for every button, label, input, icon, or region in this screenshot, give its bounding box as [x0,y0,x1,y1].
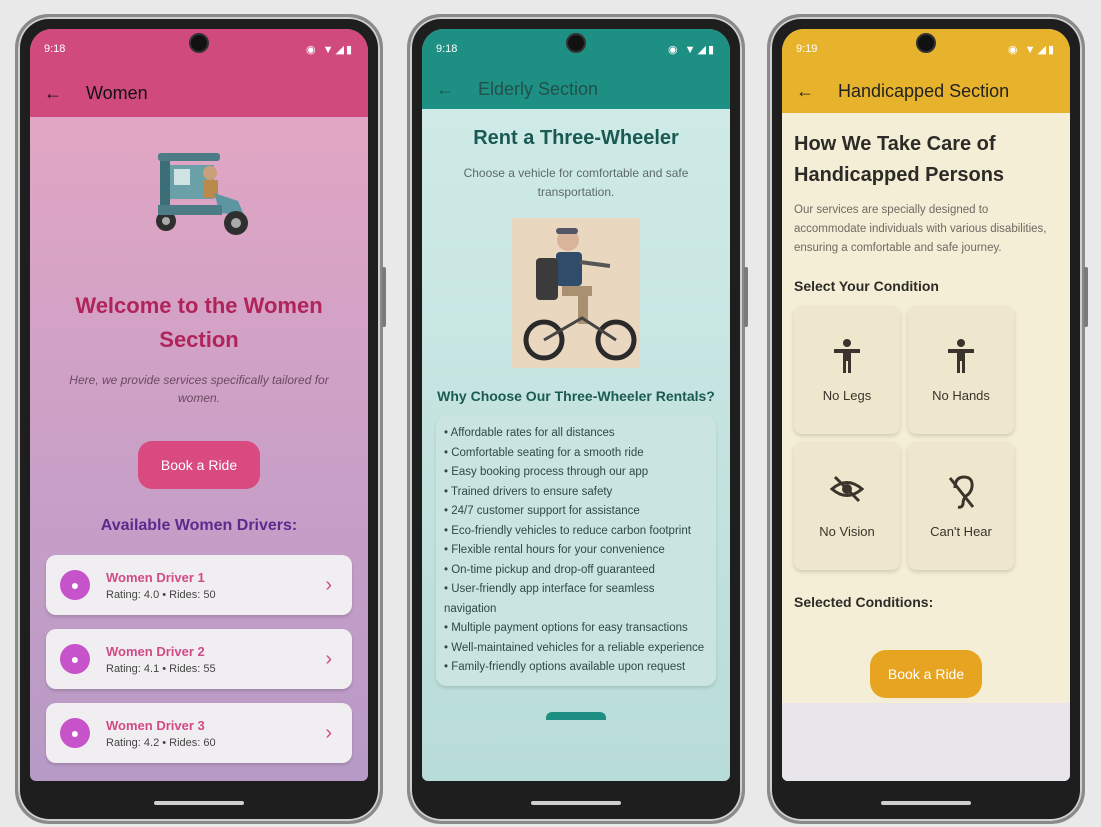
handicapped-heading: How We Take Care of Handicapped Persons [794,129,1058,191]
benefit-item: • Easy booking process through our app [444,466,649,478]
benefit-item: • Flexible rental hours for your conveni… [444,544,665,556]
visibility-off-icon [829,474,865,512]
bottom-area [782,703,1070,781]
chevron-right-icon: › [325,647,332,670]
condition-card-no-vision[interactable]: No Vision [794,442,900,570]
condition-label: No Vision [819,523,875,539]
benefit-item: • Family-friendly options available upon… [444,661,686,673]
book-ride-button[interactable]: Book a Ride [870,650,982,698]
home-indicator [531,801,621,805]
three-phone-showcase: 9:18 ◉ ▼◢▮ ← Women Welcome to the Women … [0,0,1101,827]
select-condition-heading: Select Your Condition [794,278,939,294]
driver-name: Women Driver 3 [106,717,205,733]
front-camera [566,33,586,53]
hearing-disabled-icon [946,474,976,512]
volume-button [382,267,386,327]
phone-women: 9:18 ◉ ▼◢▮ ← Women Welcome to the Women … [15,14,386,824]
person-icon: ● [60,570,90,600]
condition-label: Can't Hear [930,523,992,539]
status-icons: ◉ ▼◢▮ [1007,43,1056,56]
elderly-subheading: Choose a vehicle for comfortable and saf… [463,166,689,199]
handicapped-screen: 9:19 ◉ ▼◢▮ ← Handicapped Section How We … [782,29,1070,781]
person-icon: ● [60,718,90,748]
condition-card-no-legs[interactable]: No Legs [794,306,900,434]
benefit-item: • Affordable rates for all distances [444,427,615,439]
heading-line-2: Handicapped Persons [794,164,1005,186]
driver-name: Women Driver 1 [106,569,205,585]
back-arrow-icon[interactable]: ← [436,79,456,100]
heading-line-1: How We Take Care of [794,133,996,155]
selected-conditions-heading: Selected Conditions: [794,594,934,610]
driver-meta: Rating: 4.2 • Rides: 60 [106,736,216,749]
home-indicator [154,801,244,805]
chevron-right-icon: › [325,573,332,596]
benefit-item: • User-friendly app interface for seamle… [444,583,655,615]
driver-meta: Rating: 4.1 • Rides: 55 [106,662,216,675]
handicapped-description: Our services are specially designed to a… [794,204,1047,254]
condition-label: No Legs [822,387,872,403]
condition-grid: No Legs No Hands No Vision Can't Hear [794,306,1058,570]
home-indicator [881,801,971,805]
condition-card-no-hands[interactable]: No Hands [908,306,1014,434]
front-camera [916,33,936,53]
person-icon: ● [60,644,90,674]
welcome-line-1: Welcome to the Women [75,293,323,318]
driver-card[interactable]: ● Women Driver 3 Rating: 4.2 • Rides: 60… [46,703,352,763]
women-description: Here, we provide services specifically t… [69,373,329,405]
status-time: 9:19 [796,43,818,55]
volume-button [1084,267,1088,327]
front-camera [189,33,209,53]
condition-label: No Hands [932,387,990,403]
back-arrow-icon[interactable]: ← [796,81,816,102]
chevron-right-icon: › [325,721,332,744]
driver-meta: Rating: 4.0 • Rides: 50 [106,588,216,601]
book-ride-button[interactable]: Book a Ride [138,441,260,489]
benefit-item: • Multiple payment options for easy tran… [444,622,688,634]
welcome-line-2: Section [159,327,239,352]
app-bar-title: Handicapped Section [838,80,1010,101]
back-arrow-icon[interactable]: ← [44,83,64,104]
driver-name: Women Driver 2 [106,643,205,659]
welcome-heading: Welcome to the Women Section [30,289,368,357]
driver-card[interactable]: ● Women Driver 1 Rating: 4.0 • Rides: 50… [46,555,352,615]
app-bar: ← Handicapped Section [782,69,1070,113]
benefit-item: • 24/7 customer support for assistance [444,505,640,517]
benefit-item: • On-time pickup and drop-off guaranteed [444,563,655,576]
benefit-item: • Eco-friendly vehicles to reduce carbon… [444,524,691,537]
status-icons: ◉ ▼◢▮ [667,43,716,56]
drivers-heading: Available Women Drivers: [100,517,298,534]
accessibility-icon [832,338,862,376]
benefit-item: • Trained drivers to ensure safety [444,485,613,498]
app-bar-title: Women [86,82,148,103]
app-bar: ← Women [30,69,368,117]
benefit-item: • Comfortable seating for a smooth ride [444,446,644,459]
phone-handicapped: 9:19 ◉ ▼◢▮ ← Handicapped Section How We … [767,14,1088,824]
condition-card-cant-hear[interactable]: Can't Hear [908,442,1014,570]
rickshaw-illustration [140,143,258,243]
status-icons: ◉ ▼◢▮ [305,43,354,56]
status-time: 9:18 [44,43,66,55]
tricycle-illustration [512,218,640,368]
accessibility-icon [946,338,976,376]
driver-card[interactable]: ● Women Driver 2 Rating: 4.1 • Rides: 55… [46,629,352,689]
rent-button-peek[interactable] [546,711,606,720]
app-bar: ← Elderly Section [422,69,730,109]
phone-elderly: 9:18 ◉ ▼◢▮ ← Elderly Section Rent a Thre… [407,14,748,824]
app-bar-title: Elderly Section [478,78,599,99]
benefit-item: • Well-maintained vehicles for a reliabl… [444,641,705,654]
why-heading: Why Choose Our Three-Wheeler Rentals? [437,388,715,404]
elderly-screen: 9:18 ◉ ▼◢▮ ← Elderly Section Rent a Thre… [422,29,730,781]
status-time: 9:18 [436,43,458,55]
elderly-heading: Rent a Three-Wheeler [473,127,679,149]
benefits-list: • Affordable rates for all distances • C… [436,416,716,686]
volume-button [744,267,748,327]
women-screen: 9:18 ◉ ▼◢▮ ← Women Welcome to the Women … [30,29,368,781]
